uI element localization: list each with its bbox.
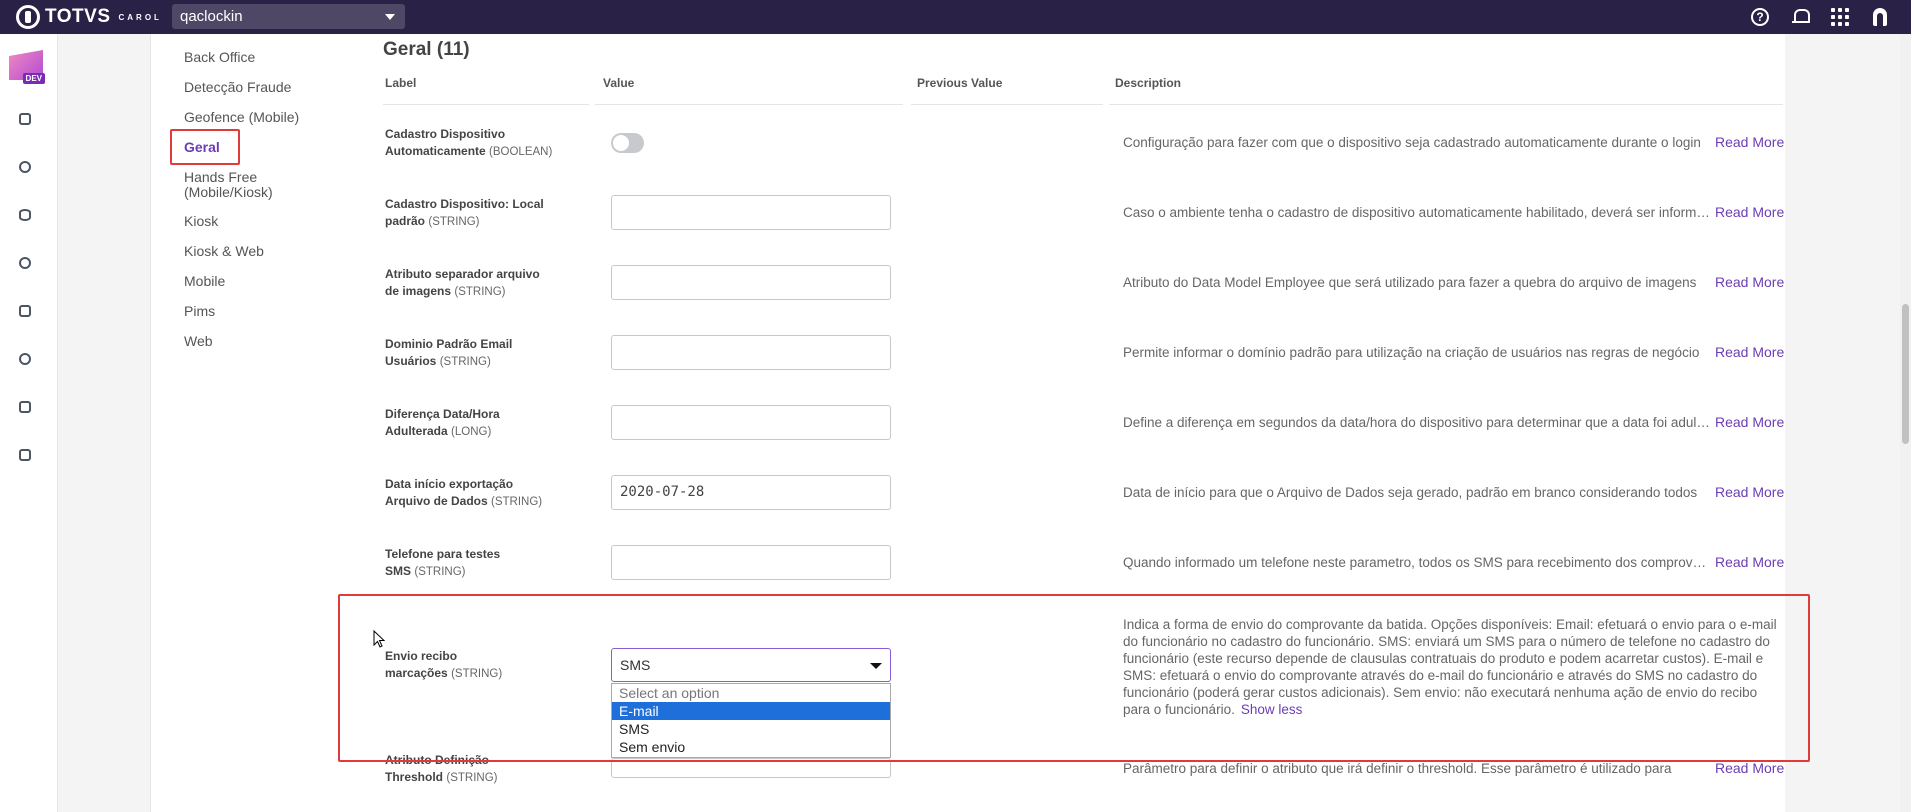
brand-name: TOTVS [45,6,111,27]
read-more-link[interactable]: Read More [1715,204,1784,220]
read-more-link[interactable]: Read More [1715,414,1784,430]
brand-logo[interactable]: TOTVS CAROL [16,5,162,29]
setting-value-input[interactable]: 2020-07-28 [611,475,891,510]
read-more-link[interactable]: Read More [1715,760,1784,776]
column-header-description: Description [1115,76,1182,90]
read-more-link[interactable]: Read More [1715,344,1784,360]
nav-item-kiosk[interactable]: Kiosk [184,214,218,229]
setting-value-input[interactable] [611,758,891,778]
page-title: Geral (11) [383,39,470,60]
setting-value-input[interactable] [611,335,891,370]
setting-value-input[interactable] [611,545,891,580]
show-less-link[interactable]: Show less [1241,702,1303,717]
left-rail: DEV [0,34,58,812]
chevron-down-icon [385,14,395,20]
header-divider [595,104,903,105]
nav-item-kiosk-web[interactable]: Kiosk & Web [184,244,264,259]
nav-item-geofence[interactable]: Geofence (Mobile) [184,110,299,125]
dropdown-option-sem-envio[interactable]: Sem envio [612,738,890,756]
database-icon[interactable] [18,208,32,222]
chevron-down-icon [870,663,882,669]
boolean-toggle[interactable] [611,133,644,153]
receipt-method-select[interactable]: SMS [611,648,891,682]
column-header-previous-value: Previous Value [917,76,1003,90]
environment-logo[interactable]: DEV [9,50,45,84]
dropdown-option-email[interactable]: E-mail [612,702,890,720]
setting-label: Envio recibo marcações (STRING) [385,649,503,680]
setting-label: Cadastro Dispositivo Automaticamente (BO… [385,127,553,158]
setting-value-input[interactable] [611,195,891,230]
nav-item-hands-free[interactable]: Hands Free (Mobile/Kiosk) [184,170,304,200]
setting-description: Quando informado um telefone neste param… [1123,555,1713,570]
receipt-method-dropdown: Select an option E-mail SMS Sem envio [611,683,891,758]
read-more-link[interactable]: Read More [1715,274,1784,290]
setting-label: Atributo separador arquivo de imagens (S… [385,267,540,298]
nav-item-pims[interactable]: Pims [184,304,215,319]
setting-description: Parâmetro para definir o atributo que ir… [1123,761,1672,776]
setting-description: Configuração para fazer com que o dispos… [1123,135,1701,150]
dropdown-option-placeholder[interactable]: Select an option [612,684,890,702]
setting-description: Define a diferença em segundos da data/h… [1123,415,1713,430]
read-more-link[interactable]: Read More [1715,484,1784,500]
compass-icon[interactable] [18,256,32,270]
dropdown-option-sms[interactable]: SMS [612,720,890,738]
column-header-label: Label [385,76,417,90]
help-icon[interactable]: ? [1751,8,1769,26]
totvs-logo-icon [16,5,40,29]
selected-option: SMS [620,657,651,673]
nav-item-web[interactable]: Web [184,334,213,349]
header-divider [911,104,1103,105]
settings-panel: Geral (11) Label Value Previous Value De… [367,34,1785,812]
apps-grid-icon[interactable] [1831,8,1849,26]
setting-label: Dominio Padrão Email Usuários (STRING) [385,337,513,368]
header-divider [1109,104,1783,105]
environment-badge: DEV [22,73,45,84]
setting-label: Cadastro Dispositivo: Local padrão (STRI… [385,197,544,228]
read-more-link[interactable]: Read More [1715,134,1784,150]
brand-subname: CAROL [118,12,162,22]
header-divider [383,104,589,105]
page-scrollbar[interactable] [1900,34,1911,812]
setting-label: Atributo Definição Threshold (STRING) [385,753,498,784]
connectors-icon[interactable] [18,112,32,126]
read-more-link[interactable]: Read More [1715,554,1784,570]
column-header-value: Value [603,76,635,90]
setting-label: Diferença Data/Hora Adulterada (LONG) [385,407,500,438]
nav-item-deteccao-fraude[interactable]: Detecção Fraude [184,80,291,95]
plug-icon[interactable] [18,160,32,174]
mouse-cursor-icon [373,630,385,648]
setting-value-input[interactable] [611,265,891,300]
apps-icon[interactable] [18,448,32,462]
setting-description: Atributo do Data Model Employee que será… [1123,275,1697,290]
scrollbar-thumb[interactable] [1902,304,1909,444]
user-profile-icon[interactable] [1871,8,1889,26]
setting-label: Telefone para testes SMS (STRING) [385,547,501,578]
top-bar: TOTVS CAROL qaclockin ? [0,0,1911,34]
settings-category-nav: Back Office Detecção Fraude Geofence (Mo… [150,34,367,812]
setting-value-input[interactable] [611,405,891,440]
tenant-name: qaclockin [180,8,243,25]
nav-item-mobile[interactable]: Mobile [184,274,225,289]
nav-item-geral[interactable]: Geral [184,140,220,155]
setting-description: Data de início para que o Arquivo de Dad… [1123,485,1698,500]
chart-icon[interactable] [18,304,32,318]
chat-icon[interactable] [18,400,32,414]
notification-bell-icon[interactable] [1791,8,1810,26]
settings-icon[interactable] [18,352,32,366]
setting-description: Caso o ambiente tenha o cadastro de disp… [1123,205,1713,220]
nav-item-back-office[interactable]: Back Office [184,50,255,65]
tenant-selector[interactable]: qaclockin [172,4,405,29]
setting-description: Permite informar o domínio padrão para u… [1123,345,1700,360]
setting-label: Data início exportação Arquivo de Dados … [385,477,543,508]
setting-description-expanded: Indica a forma de envio do comprovante d… [1123,617,1777,717]
